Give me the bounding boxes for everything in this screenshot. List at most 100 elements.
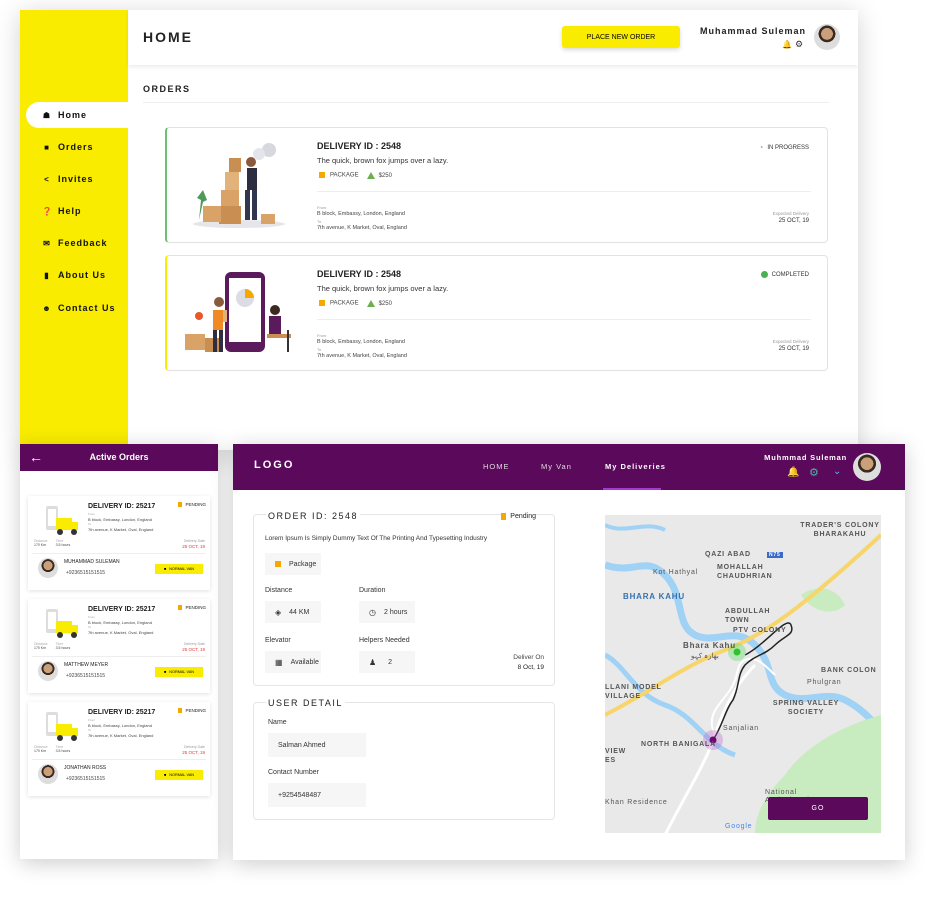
name-field[interactable]: Salman Ahmed [268, 733, 366, 757]
map-label: BANK COLON [821, 667, 877, 674]
order-panel: ORDER ID: 2548 Pending Lorem Ipsum Is Si… [253, 511, 555, 686]
active-order-card[interactable]: DELIVERY ID: 25217 PENDING From B block, … [28, 702, 210, 796]
route: From B block, Embassy, London, England T… [317, 205, 407, 231]
helpers-chip: ♟ 2 [359, 651, 415, 673]
progress-icon: ◔ [758, 143, 764, 152]
nav-my-deliveries[interactable]: My Deliveries [605, 462, 666, 471]
sidebar-item-home[interactable]: ☗ Home [26, 102, 128, 128]
chevron-down-icon[interactable]: ⌄ [833, 466, 841, 477]
order-id: ORDER ID: 2548 [266, 511, 361, 521]
helpers-label: Helpers Needed [359, 637, 410, 644]
pending-icon [178, 605, 183, 610]
package-chip: Package [265, 553, 321, 575]
to-address: 7th avenue, K Market, Oval, England [317, 225, 407, 231]
google-logo: Google [725, 823, 753, 830]
active-tab-indicator [603, 488, 661, 490]
orders-heading: ORDERS [143, 84, 191, 94]
sidebar-item-feedback[interactable]: ✉ Feedback [26, 230, 128, 256]
expected-delivery: Expected Delivery 25 OCT, 19 [772, 211, 809, 224]
package-tag: PACKAGE [319, 172, 359, 179]
route: From B block, Embassy, London, England T… [317, 333, 407, 359]
person-icon: ♟ [369, 657, 377, 667]
truck-phone-illustration [46, 712, 78, 741]
driver-phone: +9236515151515 [66, 570, 106, 576]
nav-home[interactable]: HOME [483, 462, 510, 471]
contact-field[interactable]: +9254548487 [268, 783, 366, 807]
place-new-order-button[interactable]: PLACE NEW ORDER [562, 26, 680, 48]
normal-van-button[interactable]: ■ NORMAL VAN [155, 564, 203, 574]
clock-icon: ◷ [369, 607, 376, 617]
normal-van-button[interactable]: ■ NORMAL VAN [155, 770, 203, 780]
nav-my-van[interactable]: My Van [541, 462, 572, 471]
sidebar-item-help[interactable]: ❓ Help [26, 198, 128, 224]
bell-icon[interactable]: 🔔 [782, 40, 792, 49]
driver-name: MUHAMMAD SULEMAN [64, 559, 120, 565]
delivery-date: Delivery Date 25 OCT, 19 [182, 539, 205, 549]
divider [32, 656, 206, 657]
bell-icon[interactable]: 🔔 [787, 467, 799, 478]
go-button[interactable]: GO [768, 797, 868, 820]
driver-phone: +9236515151515 [66, 673, 106, 679]
building-icon: ▦ [275, 657, 283, 667]
sidebar-item-orders[interactable]: ■ Orders [26, 134, 128, 160]
active-order-card[interactable]: DELIVERY ID: 25217 PENDING From B block, … [28, 599, 210, 693]
delivery-id: DELIVERY ID: 25217 [88, 606, 156, 613]
sidebar-item-about-us[interactable]: ▮ About Us [26, 262, 128, 288]
active-order-card[interactable]: DELIVERY ID: 25217 PENDING From B block, … [28, 496, 210, 590]
sidebar-item-label: Help [58, 206, 82, 216]
route: From B block, Embassy, London, England To 7… [88, 718, 154, 738]
trip-meta: Distance 170 Km Time 3.5 hours [34, 539, 71, 547]
map-label: QAZI ABAD [705, 551, 751, 558]
expected-delivery: Expected Delivery 25 OCT, 19 [772, 339, 809, 352]
page-title: HOME [143, 29, 193, 45]
sidebar-item-invites[interactable]: < Invites [26, 166, 128, 192]
gear-icon[interactable]: ⚙ [795, 39, 803, 50]
avatar [38, 661, 58, 681]
driver-name: JONATHAN ROSS [64, 765, 107, 771]
user-name: Muhammad Suleman [699, 26, 806, 36]
mail-icon: ✉ [43, 238, 51, 248]
completed-icon [760, 271, 768, 278]
normal-van-button[interactable]: ■ NORMAL VAN [155, 667, 203, 677]
header: ← Active Orders [20, 444, 218, 471]
dashboard-window: ☗ Home ■ Orders < Invites ❓ Help ✉ Feedback ▮… [20, 10, 858, 450]
map-label: PTV COLONY [733, 627, 787, 634]
sidebar-item-contact-us[interactable]: ☻ Contact Us [26, 295, 128, 321]
contact-icon: ☻ [42, 303, 52, 313]
sidebar: ☗ Home ■ Orders < Invites ❓ Help ✉ Feedback ▮… [20, 10, 128, 450]
delivery-id: DELIVERY ID : 2548 [317, 141, 402, 151]
money-icon [366, 172, 375, 179]
route-icon: ◈ [275, 607, 282, 617]
status-badge: Pending [501, 513, 536, 520]
map-label: BHARA KAHU [623, 592, 685, 601]
truck-icon: ■ [164, 567, 167, 571]
order-card[interactable]: DELIVERY ID : 2548 The quick, brown fox … [165, 127, 828, 243]
help-icon: ❓ [42, 206, 53, 216]
pending-icon [501, 513, 507, 520]
sidebar-item-label: Orders [58, 142, 94, 152]
map-label: Bhara Kahu [683, 641, 736, 650]
avatar[interactable] [814, 24, 840, 50]
avatar [38, 764, 58, 784]
from-address: B block, Embassy, London, England [317, 339, 405, 345]
avatar [38, 558, 58, 578]
sidebar-item-label: Contact Us [58, 303, 116, 313]
map-label: MOHALLAH CHAUDHRIAN [717, 564, 773, 580]
divider [32, 553, 206, 554]
header: LOGO HOME My Van My Deliveries Muhmmad S… [233, 444, 905, 490]
sidebar-item-label: About Us [58, 270, 106, 280]
elevator-label: Elevator [265, 637, 291, 644]
gear-icon[interactable]: ⚙ [809, 466, 819, 479]
delivery-date: Delivery Date 25 OCT, 19 [182, 745, 205, 755]
avatar[interactable] [853, 453, 881, 481]
order-card[interactable]: DELIVERY ID : 2548 The quick, brown fox … [165, 255, 828, 371]
map[interactable]: TRADER'S COLONY BHARAKAHU QAZI ABAD MOHA… [605, 515, 881, 833]
mobile-delivery-illustration [185, 272, 291, 352]
map-label: NORTH BANIGALA [641, 741, 716, 748]
truck-icon: ■ [44, 142, 50, 152]
name-label: Name [268, 719, 287, 726]
pending-icon [178, 502, 183, 507]
package-icon [275, 561, 281, 567]
status-badge: PENDING [178, 605, 206, 610]
user-detail-heading: USER DETAIL [266, 698, 345, 708]
